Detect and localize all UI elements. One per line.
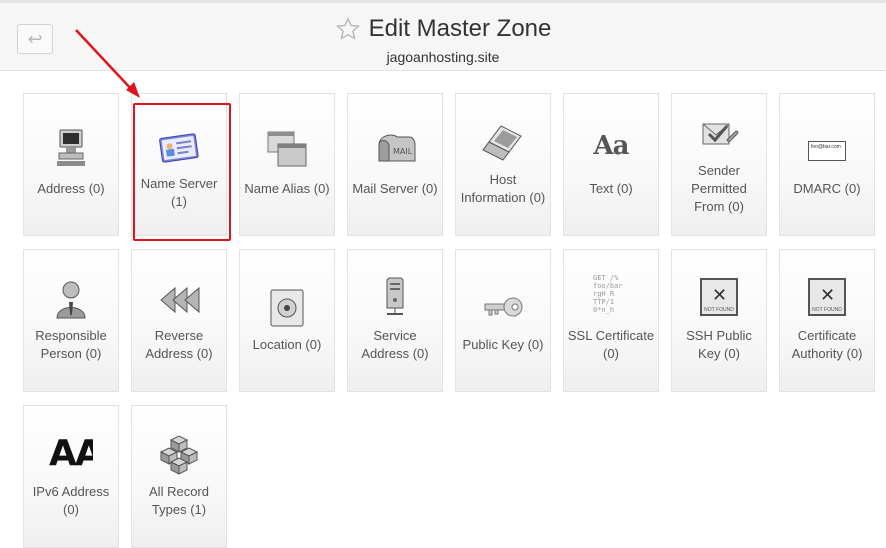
tile-label: Address (0) — [37, 181, 105, 196]
title-wrap: Edit Master Zone — [0, 15, 886, 47]
tile-label: Public Key (0) — [462, 337, 544, 352]
windows-icon — [267, 131, 307, 167]
computer-icon — [57, 129, 85, 166]
tile-label: Name Server — [140, 176, 218, 191]
ipv6-icon: AA — [49, 434, 93, 474]
close-icon: ✕ — [712, 285, 728, 305]
tile-label: Host — [489, 172, 517, 187]
tile-sender-permitted[interactable]: Sender Permitted From (0) — [671, 93, 767, 236]
page-title: Edit Master Zone — [368, 15, 552, 42]
tile-all-record-types[interactable]: All Record Types (1) — [131, 405, 227, 548]
svg-text:rgH R: rgH R — [593, 290, 615, 298]
tile-label: (0) — [63, 502, 79, 517]
svg-text:TTP/1: TTP/1 — [593, 298, 614, 306]
tile-label: Certificate — [797, 328, 857, 343]
tile-certificate-authority[interactable]: ✕ NOT FOUND Certificate Authority (0) — [779, 249, 875, 392]
tile-label: Address (0) — [361, 346, 429, 361]
tile-label: Text (0) — [589, 181, 633, 196]
sender-check-icon — [702, 123, 739, 145]
tile-label: Permitted — [691, 181, 747, 196]
tile-label: DMARC (0) — [793, 181, 861, 196]
page-header: ↩ Edit Master Zone jagoanhosting.site — [0, 0, 886, 71]
id-card-icon — [159, 133, 199, 163]
tile-label: From (0) — [694, 199, 744, 214]
tile-label: Authority (0) — [791, 346, 863, 361]
tile-service-address[interactable]: Service Address (0) — [347, 249, 443, 392]
tile-reverse-address[interactable]: Reverse Address (0) — [131, 249, 227, 392]
star-icon[interactable] — [335, 16, 361, 42]
svg-text:GET /%: GET /% — [593, 274, 619, 282]
tile-name-server[interactable]: Name Server (1) — [131, 93, 227, 236]
tile-label: Information (0) — [460, 190, 546, 205]
tile-label: SSH Public — [686, 328, 752, 343]
close-icon: ✕ — [820, 285, 836, 305]
tile-label: Address (0) — [145, 346, 213, 361]
tile-label: Reverse — [154, 328, 204, 343]
tile-label: Location (0) — [252, 337, 322, 352]
tile-label: Service — [373, 328, 417, 343]
svg-text:MAIL: MAIL — [393, 147, 413, 156]
tile-label: All Record — [149, 484, 209, 499]
tile-address[interactable]: Address (0) — [23, 93, 119, 236]
tile-mail-server[interactable]: MAIL Mail Server (0) — [347, 93, 443, 236]
tile-label: Responsible — [35, 328, 107, 343]
zone-domain: jagoanhosting.site — [386, 49, 500, 65]
tile-label: IPv6 Address — [32, 484, 110, 499]
cubes-icon — [159, 435, 199, 475]
laptop-icon — [482, 125, 522, 161]
tile-label: Person (0) — [40, 346, 102, 361]
location-icon — [270, 289, 304, 327]
not-found-icon: ✕ NOT FOUND — [700, 278, 738, 316]
svg-text:foo/bar: foo/bar — [593, 282, 623, 290]
person-icon — [56, 281, 86, 319]
tile-label: Types (1) — [151, 502, 207, 517]
tile-label: SSL Certificate — [567, 328, 655, 343]
key-icon — [484, 297, 523, 317]
tile-dmarc[interactable]: foo@bar.com DMARC (0) — [779, 93, 875, 236]
tile-label: Mail Server (0) — [352, 181, 438, 196]
not-found-icon: ✕ NOT FOUND — [808, 278, 846, 316]
tile-text[interactable]: Aa Text (0) — [563, 93, 659, 236]
tile-label: Sender — [698, 163, 740, 178]
mailbox-icon: MAIL — [378, 134, 416, 162]
tile-label: (0) — [603, 346, 619, 361]
tile-responsible-person[interactable]: Responsible Person (0) — [23, 249, 119, 392]
svg-text:0*n_h: 0*n_h — [593, 306, 614, 314]
tile-location[interactable]: Location (0) — [239, 249, 335, 392]
certificate-text-icon: GET /% foo/bar rgH R TTP/1 0*n_h — [593, 274, 623, 314]
tile-public-key[interactable]: Public Key (0) — [455, 249, 551, 392]
tile-label: (1) — [171, 194, 187, 209]
server-icon — [386, 277, 404, 315]
tile-label: Name Alias (0) — [244, 181, 330, 196]
tile-host-information[interactable]: Host Information (0) — [455, 93, 551, 236]
tile-ssh-public-key[interactable]: ✕ NOT FOUND SSH Public Key (0) — [671, 249, 767, 392]
text-icon: Aa — [593, 131, 629, 161]
tile-ipv6-address[interactable]: AA IPv6 Address (0) — [23, 405, 119, 548]
rewind-icon — [160, 286, 200, 314]
dmarc-icon: foo@bar.com — [808, 141, 846, 161]
tile-label: Key (0) — [698, 346, 740, 361]
tile-ssl-certificate[interactable]: GET /% foo/bar rgH R TTP/1 0*n_h SSL Cer… — [563, 249, 659, 392]
tile-name-alias[interactable]: Name Alias (0) — [239, 93, 335, 236]
